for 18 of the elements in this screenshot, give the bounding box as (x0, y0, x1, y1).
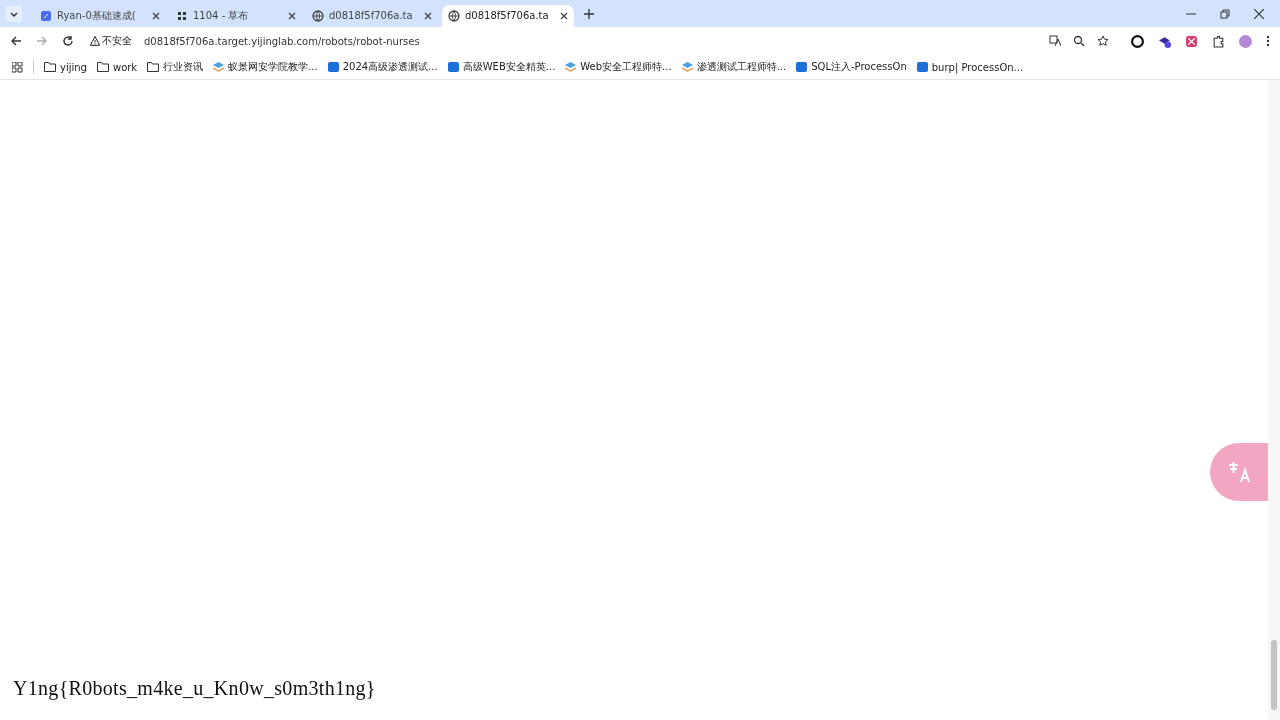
url-text: d0818f5f706a.target.yijinglab.com/robots/robot-nurses (144, 35, 420, 47)
bookmark-item[interactable]: 蚁景网安学院教学... (213, 60, 318, 74)
bookmark-item[interactable]: work (96, 61, 138, 73)
page-text: Y1ng{R0bots_m4ke_u_Kn0w_s0m3th1ng} (13, 677, 377, 700)
bookmark-item[interactable]: 渗透测试工程师特... (681, 60, 787, 74)
browser-tab[interactable]: Ryan-0基础速成( (34, 4, 166, 27)
bookmark-item[interactable]: 行业资讯 (147, 60, 204, 74)
browser-tab[interactable]: d0818f5f706a.ta (306, 4, 438, 27)
browser-tab[interactable]: d0818f5f706a.ta (442, 4, 574, 27)
bookmark-item[interactable]: yijing (44, 61, 87, 73)
bookmark-item[interactable]: SQL注入-ProcessOn (796, 60, 907, 74)
security-label: 不安全 (102, 34, 132, 48)
bookmark-item[interactable]: Web安全工程师特... (565, 60, 672, 74)
bookmark-item[interactable]: burp| ProcessOn... (916, 61, 1024, 73)
security-chip[interactable]: 不安全 (90, 34, 132, 48)
bookmark-item[interactable]: 高级WEB安全精英... (447, 60, 556, 74)
browser-tab[interactable]: 1104 - 草布 (170, 4, 302, 27)
bookmark-item[interactable]: 2024高级渗透测试... (327, 60, 438, 74)
